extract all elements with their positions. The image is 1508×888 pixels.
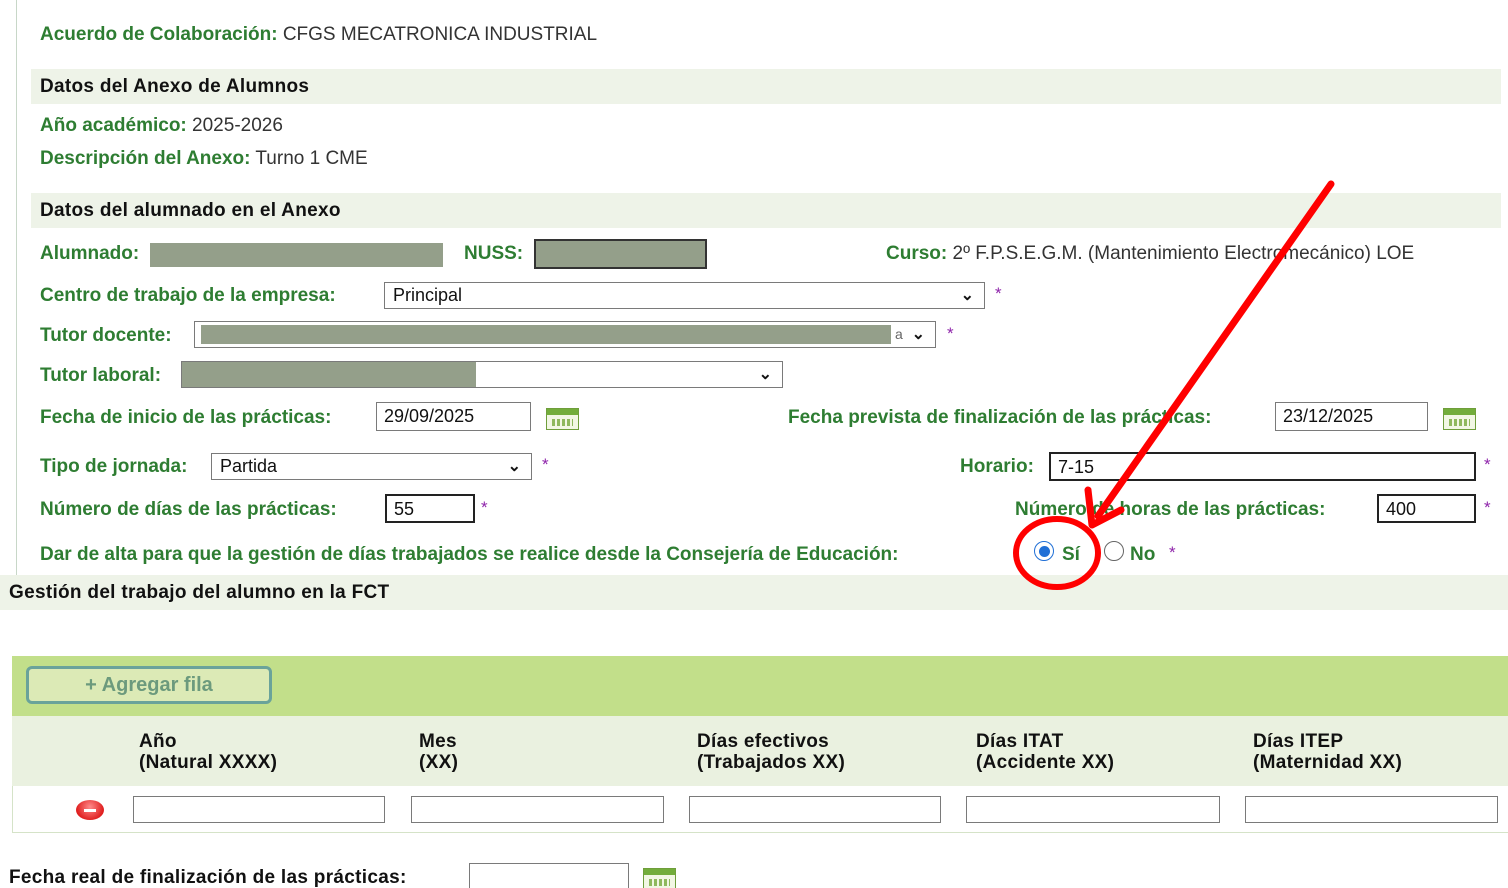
calendar-icon[interactable] [546,408,579,430]
hours-input[interactable]: 400 [1377,494,1476,523]
column-header-line: Días ITEP [1253,731,1344,752]
column-header-line: (XX) [419,752,459,773]
nuss-label: NUSS: [464,243,524,264]
teacher-tutor-tail: a [895,326,903,342]
itep-days-cell-input[interactable] [1245,796,1498,823]
add-row-button[interactable]: + Agregar fila [26,666,272,704]
radio-yes[interactable] [1034,541,1054,561]
column-header-line: Mes [419,731,457,752]
required-mark: * [947,324,954,343]
month-cell-input[interactable] [411,796,664,823]
student-label: Alumnado: [40,243,140,264]
work-tutor-label: Tutor laboral: [40,365,162,386]
days-input[interactable]: 55 [385,494,475,523]
work-tutor-select[interactable]: ⌄ [181,361,783,388]
real-end-date-input[interactable] [469,863,629,888]
chevron-down-icon: ⌄ [758,366,772,383]
student-name-redacted [150,243,443,267]
remove-row-icon[interactable] [76,800,104,820]
agreement-label: Acuerdo de Colaboración: [40,24,278,45]
student-section-title: Datos del alumnado en el Anexo [31,193,1501,228]
annex-description-value: Turno 1 CME [255,148,368,169]
column-header-itat-days: Días ITAT (Accidente XX) [976,731,1114,773]
column-header-line: (Natural XXXX) [139,752,278,773]
column-header-line: Año [139,731,177,752]
start-date-input[interactable]: 29/09/2025 [376,402,531,431]
work-tutor-redacted [182,362,476,387]
required-mark: * [1484,455,1491,474]
workday-selected: Partida [220,456,278,476]
required-mark: * [1484,498,1491,517]
itat-days-cell-input[interactable] [966,796,1220,823]
teacher-tutor-select[interactable]: a ⌄ [194,321,936,348]
academic-year-label: Año académico: [40,115,187,136]
required-mark: * [1169,543,1176,562]
days-label: Número de días de las prácticas: [40,499,337,520]
course-label: Curso: [886,243,948,264]
workplace-label: Centro de trabajo de la empresa: [40,285,336,306]
hours-label: Número de horas de las prácticas: [1015,499,1326,520]
chevron-down-icon: ⌄ [507,458,521,475]
nuss-field-redacted[interactable] [534,239,707,269]
workplace-select[interactable]: Principal ⌄ [384,282,985,309]
agreement-line: Acuerdo de Colaboración: CFGS MECATRONIC… [40,24,597,46]
annex-description-label: Descripción del Anexo: [40,148,251,169]
annex-description: Descripción del Anexo: Turno 1 CME [40,148,368,170]
required-mark: * [995,284,1002,303]
agreement-value: CFGS MECATRONICA INDUSTRIAL [282,24,598,45]
schedule-input[interactable]: 7-15 [1049,452,1476,481]
calendar-icon[interactable] [1443,408,1476,430]
teacher-tutor-redacted [201,325,891,344]
chevron-down-icon: ⌄ [960,287,974,304]
column-header-month: Mes (XX) [419,731,458,773]
teacher-tutor-label: Tutor docente: [40,325,172,346]
academic-year-value: 2025-2026 [192,115,283,136]
effective-days-cell-input[interactable] [689,796,941,823]
consejeria-label: Dar de alta para que la gestión de días … [40,544,899,565]
workday-select[interactable]: Partida ⌄ [211,453,532,480]
radio-no[interactable] [1104,541,1124,561]
schedule-label: Horario: [960,456,1034,477]
column-header-line: (Trabajados XX) [697,752,846,773]
calendar-icon[interactable] [643,868,676,888]
start-date-label: Fecha de inicio de las prácticas: [40,407,332,428]
annex-section-title: Datos del Anexo de Alumnos [31,69,1501,104]
year-cell-input[interactable] [133,796,385,823]
radio-yes-label[interactable]: Sí [1062,544,1080,566]
column-header-effective-days: Días efectivos (Trabajados XX) [697,731,845,773]
fct-section-title: Gestión del trabajo del alumno en la FCT [0,575,1508,610]
column-header-line: (Maternidad XX) [1253,752,1403,773]
course-line: Curso: 2º F.P.S.E.G.M. (Mantenimiento El… [886,243,1414,265]
real-end-date-label: Fecha real de finalización de las prácti… [9,867,407,888]
workplace-selected: Principal [393,285,463,305]
course-value: 2º F.P.S.E.G.M. (Mantenimiento Electrome… [952,243,1415,264]
content-border [16,0,17,575]
column-header-line: Días efectivos [697,731,829,752]
column-header-line: Días ITAT [976,731,1064,752]
column-header-line: (Accidente XX) [976,752,1115,773]
chevron-down-icon: ⌄ [911,326,925,343]
academic-year: Año académico: 2025-2026 [40,115,283,137]
workday-label: Tipo de jornada: [40,456,188,477]
end-date-input[interactable]: 23/12/2025 [1275,402,1428,431]
column-header-year: Año (Natural XXXX) [139,731,277,773]
end-date-label: Fecha prevista de finalización de las pr… [788,407,1212,428]
required-mark: * [481,498,488,517]
required-mark: * [542,455,549,474]
radio-no-label[interactable]: No [1130,544,1155,566]
column-header-itep-days: Días ITEP (Maternidad XX) [1253,731,1402,773]
